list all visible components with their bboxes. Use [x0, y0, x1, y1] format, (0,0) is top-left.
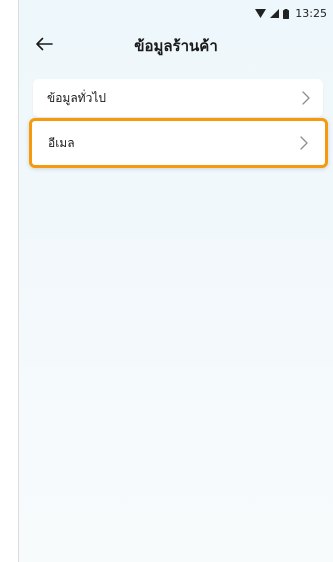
app-bar: ข้อมูลร้านค้า	[19, 28, 333, 62]
phone-screen: 13:25 ข้อมูลร้านค้า ข้อมูลทั่วไป อีเมล	[18, 0, 333, 562]
menu-item-label: ข้อมูลทั่วไป	[47, 90, 106, 105]
status-time: 13:25	[295, 7, 327, 20]
wifi-icon	[255, 9, 267, 18]
battery-icon	[283, 8, 290, 19]
chevron-right-icon	[299, 135, 309, 151]
chevron-right-icon	[301, 90, 311, 106]
menu-item-email[interactable]: อีเมล	[29, 118, 328, 168]
menu-item-label: อีเมล	[48, 135, 75, 150]
status-icons: 13:25	[255, 7, 327, 20]
signal-icon	[270, 9, 280, 18]
menu-item-general-info[interactable]: ข้อมูลทั่วไป	[33, 79, 323, 117]
status-bar: 13:25	[19, 0, 333, 28]
page-title: ข้อมูลร้านค้า	[134, 37, 218, 55]
